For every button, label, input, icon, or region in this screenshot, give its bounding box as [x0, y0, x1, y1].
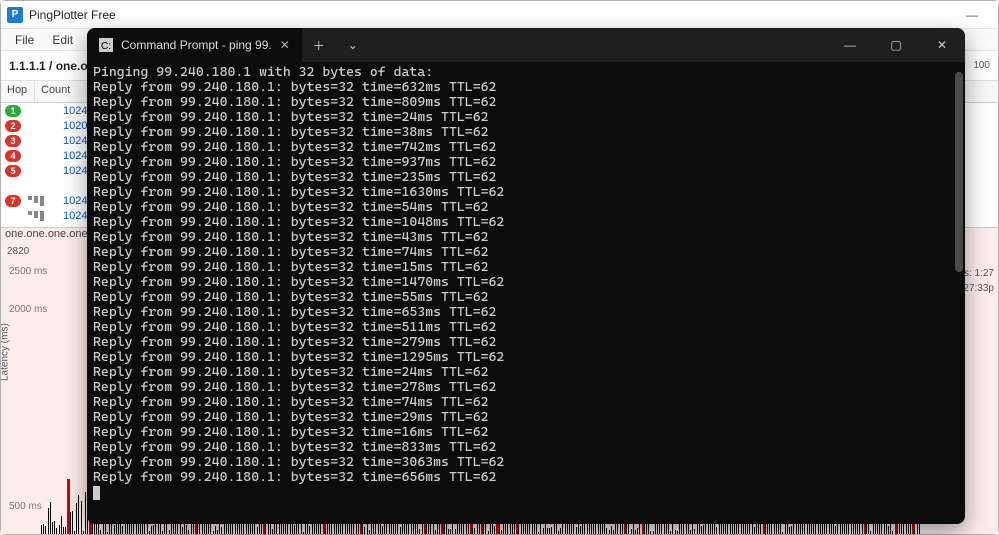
terminal-window: C: Command Prompt - ping 99. ✕ ＋ ⌄ ― ▢ ✕… — [87, 28, 965, 524]
maximize-button[interactable]: ▢ — [873, 28, 919, 62]
hop-badge: 2 — [5, 120, 21, 132]
tab-title: Command Prompt - ping 99. — [121, 38, 272, 52]
new-tab-button[interactable]: ＋ — [302, 28, 336, 62]
tab-close-icon[interactable]: ✕ — [280, 38, 290, 52]
graph-title: one.one.one.one — [5, 228, 88, 240]
col-hop[interactable]: Hop — [1, 81, 35, 102]
terminal-output[interactable]: Pinging 99.240.180.1 with 32 bytes of da… — [87, 62, 965, 524]
pingplotter-logo-icon: P — [7, 7, 23, 23]
pingplotter-titlebar: P PingPlotter Free ― — [1, 1, 998, 29]
hop-badge: 4 — [5, 150, 21, 162]
hop-badge — [5, 180, 21, 192]
minimize-button[interactable]: ― — [827, 28, 873, 62]
time-label: 27:33p — [963, 283, 994, 294]
menu-edit[interactable]: Edit — [44, 31, 81, 49]
ytick-0: 2500 ms — [9, 266, 47, 277]
hop-chart-icon[interactable] — [25, 211, 59, 221]
ytick-1: 2000 ms — [9, 304, 47, 315]
ytick-2: 500 ms — [9, 501, 42, 512]
terminal-scrollbar[interactable] — [955, 72, 963, 272]
close-button[interactable]: ✕ — [919, 28, 965, 62]
svg-text:C:: C: — [101, 41, 111, 52]
tab-dropdown-icon[interactable]: ⌄ — [336, 28, 370, 62]
hop-badge: 5 — [5, 165, 21, 177]
cmd-icon: C: — [99, 38, 113, 52]
col-count[interactable]: Count — [35, 81, 89, 102]
hop-badge: 7 — [5, 195, 21, 207]
pp-minimize-button[interactable]: ― — [952, 5, 992, 25]
right-value: 100 — [973, 60, 990, 71]
hop-badge: 3 — [5, 135, 21, 147]
pingplotter-title: PingPlotter Free — [29, 8, 116, 22]
hop-chart-icon[interactable] — [25, 196, 59, 206]
terminal-tab[interactable]: C: Command Prompt - ping 99. ✕ — [87, 28, 302, 62]
menu-file[interactable]: File — [7, 31, 42, 49]
hop-badge — [5, 210, 21, 222]
terminal-titlebar[interactable]: C: Command Prompt - ping 99. ✕ ＋ ⌄ ― ▢ ✕ — [87, 28, 965, 62]
terminal-cursor — [93, 486, 100, 500]
graph-peak: 2820 — [7, 246, 29, 257]
y-axis-label: Latency (ms) — [1, 323, 11, 381]
hop-badge: 1 — [5, 105, 21, 117]
